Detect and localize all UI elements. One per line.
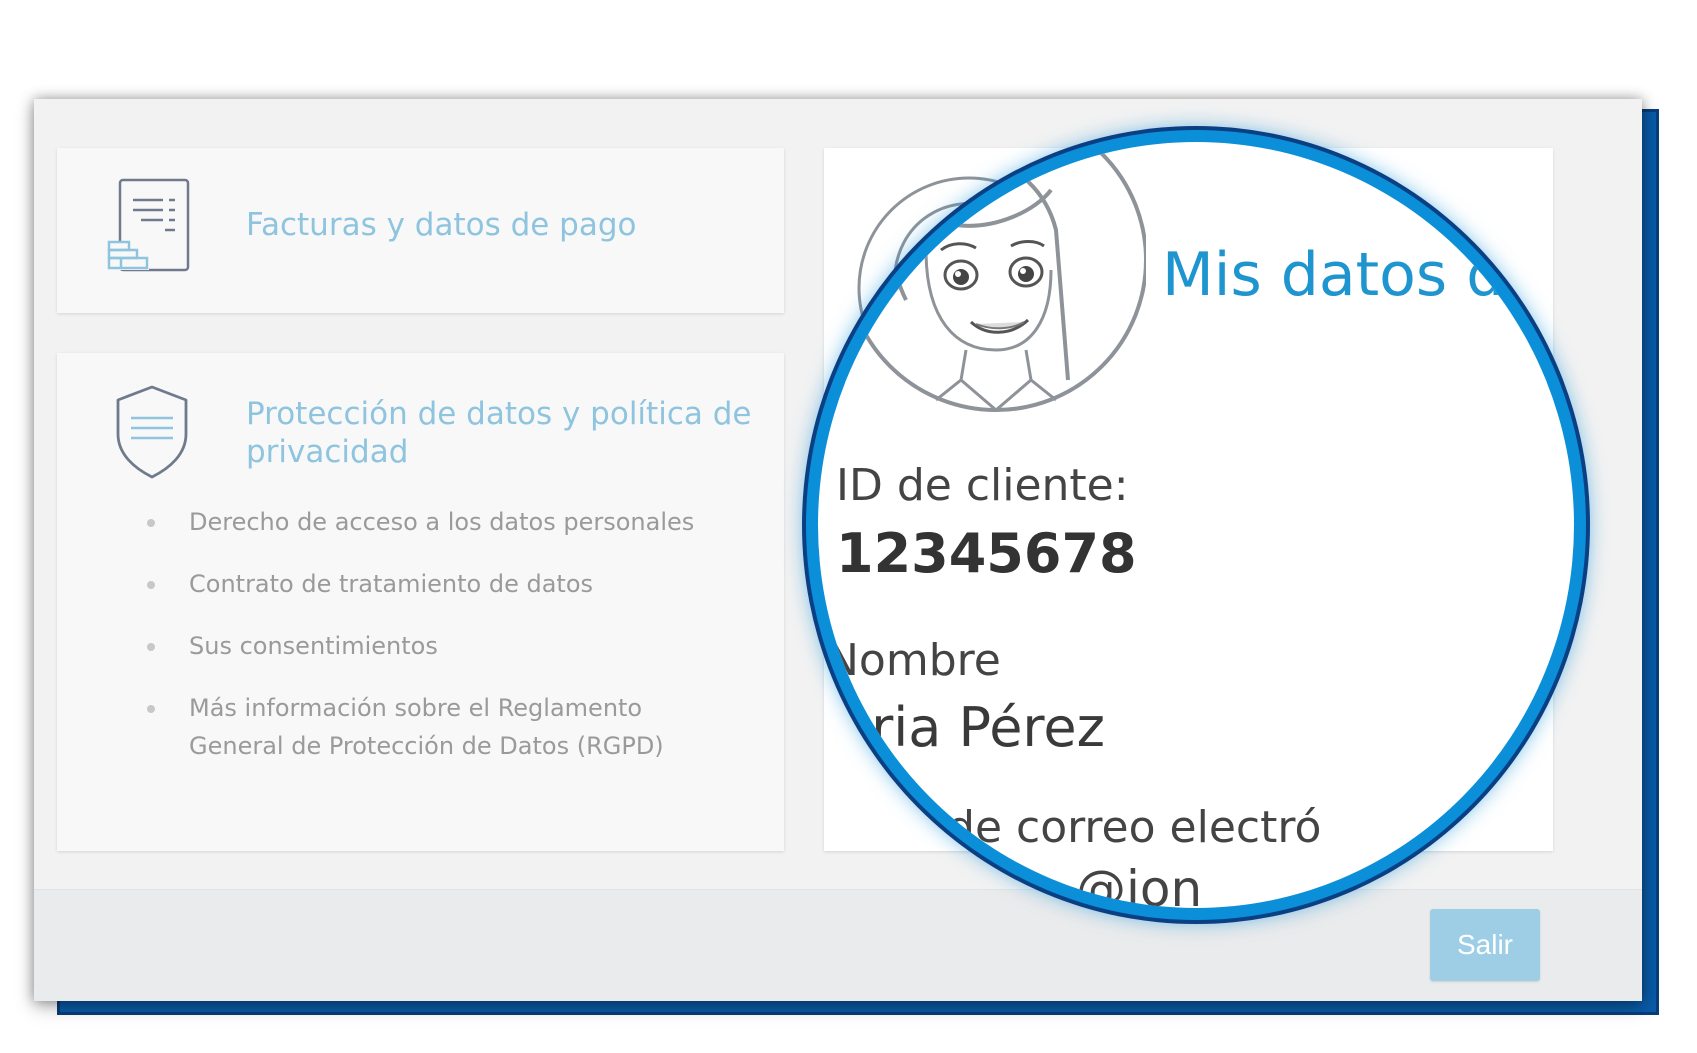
privacy-link-processing-contract[interactable]: Contrato de tratamiento de datos (147, 565, 707, 603)
invoices-card[interactable]: Facturas y datos de pago (57, 148, 784, 313)
magnified-content: Mis datos de ID de cliente: 12345678 Nom… (818, 142, 1574, 908)
customer-id-value: 12345678 (836, 522, 1137, 585)
exit-button[interactable]: Salir (1430, 909, 1540, 981)
name-label: Nombre (826, 635, 1001, 686)
privacy-title[interactable]: Protección de datos y política de privac… (246, 395, 766, 471)
invoices-title[interactable]: Facturas y datos de pago (246, 206, 637, 244)
privacy-link-consents[interactable]: Sus consentimientos (147, 627, 707, 665)
magnifier-lens: Mis datos de ID de cliente: 12345678 Nom… (806, 130, 1586, 920)
shield-icon (116, 385, 188, 479)
user-avatar-icon (846, 150, 1146, 412)
privacy-link-access-right[interactable]: Derecho de acceso a los datos personales (147, 503, 707, 541)
privacy-card: Protección de datos y política de privac… (57, 353, 784, 851)
privacy-link-gdpr-info[interactable]: Más información sobre el Reglamento Gene… (147, 689, 707, 765)
privacy-links-list: Derecho de acceso a los datos personales… (147, 503, 707, 789)
customer-id-label: ID de cliente: (836, 460, 1129, 511)
screenshot-stage: Facturas y datos de pago Protección de d… (0, 0, 1697, 1053)
name-value: aria Pérez (838, 696, 1105, 759)
email-label: ión de correo electró (866, 802, 1322, 853)
invoice-icon (107, 178, 190, 272)
my-data-title: Mis datos de (1162, 240, 1542, 310)
